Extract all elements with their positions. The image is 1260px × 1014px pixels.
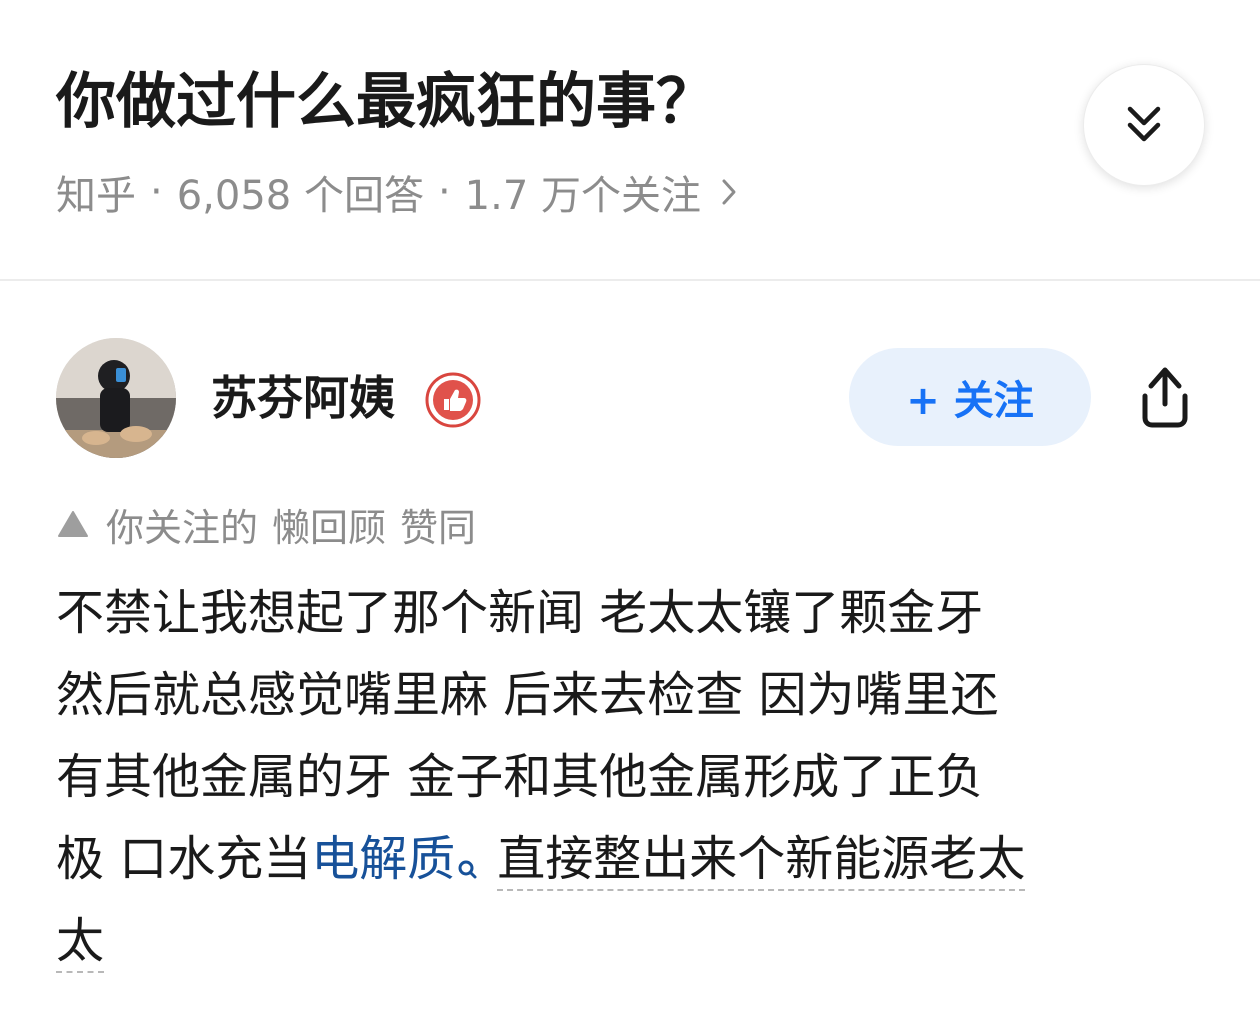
author-row: 苏芬阿姨 + 关注 bbox=[0, 336, 1260, 460]
search-icon[interactable] bbox=[457, 826, 479, 908]
answer-body[interactable]: 不禁让我想起了那个新闻 老太太镶了颗金牙 然后就总感觉嘴里麻 后来去检查 因为嘴… bbox=[56, 572, 1216, 982]
answer-line: 然后就总感觉嘴里麻 后来去检查 因为嘴里还 bbox=[56, 667, 999, 723]
answer-line: 极 口水充当电解质 直接整出来个新能源老太 bbox=[56, 818, 1216, 900]
answer-line-highlight: 直接整出来个新能源老太 bbox=[497, 831, 1026, 891]
share-icon bbox=[1131, 367, 1199, 436]
endorsement-action: 赞同 bbox=[400, 505, 477, 550]
answer-line-prefix: 极 口水充当 bbox=[56, 831, 312, 887]
follower-count: 1.7 万个关注 bbox=[464, 173, 701, 219]
question-title[interactable]: 你做过什么最疯狂的事？ bbox=[56, 62, 716, 142]
endorsement-prefix: 你关注的 bbox=[106, 505, 259, 550]
answer-line: 不禁让我想起了那个新闻 老太太镶了颗金牙 bbox=[56, 585, 984, 641]
double-chevron-down-icon bbox=[1124, 103, 1164, 147]
thumbs-up-badge-icon bbox=[425, 372, 481, 428]
answer-count: 6,058 个回答 bbox=[176, 173, 424, 219]
meta-separator: · bbox=[437, 169, 451, 215]
endorsement-row: 你关注的 懒回顾 赞同 bbox=[56, 498, 476, 550]
follow-button[interactable]: + 关注 bbox=[849, 348, 1091, 446]
author-name[interactable]: 苏芬阿姨 bbox=[211, 368, 395, 428]
answer-line: 有其他金属的牙 金子和其他金属形成了正负 bbox=[56, 749, 984, 805]
question-header: 你做过什么最疯狂的事？ 知乎 · 6,058 个回答 · 1.7 万个关注 bbox=[0, 0, 1260, 280]
meta-separator: · bbox=[150, 169, 163, 215]
section-divider bbox=[0, 279, 1260, 281]
keyword-link[interactable]: 电解质 bbox=[311, 831, 455, 887]
share-button[interactable] bbox=[1131, 360, 1199, 432]
question-meta[interactable]: 知乎 · 6,058 个回答 · 1.7 万个关注 bbox=[56, 164, 737, 220]
collapse-button[interactable] bbox=[1083, 64, 1205, 186]
endorsing-user[interactable]: 懒回顾 bbox=[272, 497, 386, 552]
avatar[interactable] bbox=[56, 338, 176, 458]
chevron-right-icon bbox=[721, 178, 737, 206]
answer-line-highlight: 太 bbox=[56, 913, 105, 973]
upvote-triangle-icon bbox=[56, 509, 90, 539]
answer-line: 太 bbox=[56, 900, 1216, 982]
source-label: 知乎 bbox=[56, 173, 136, 219]
